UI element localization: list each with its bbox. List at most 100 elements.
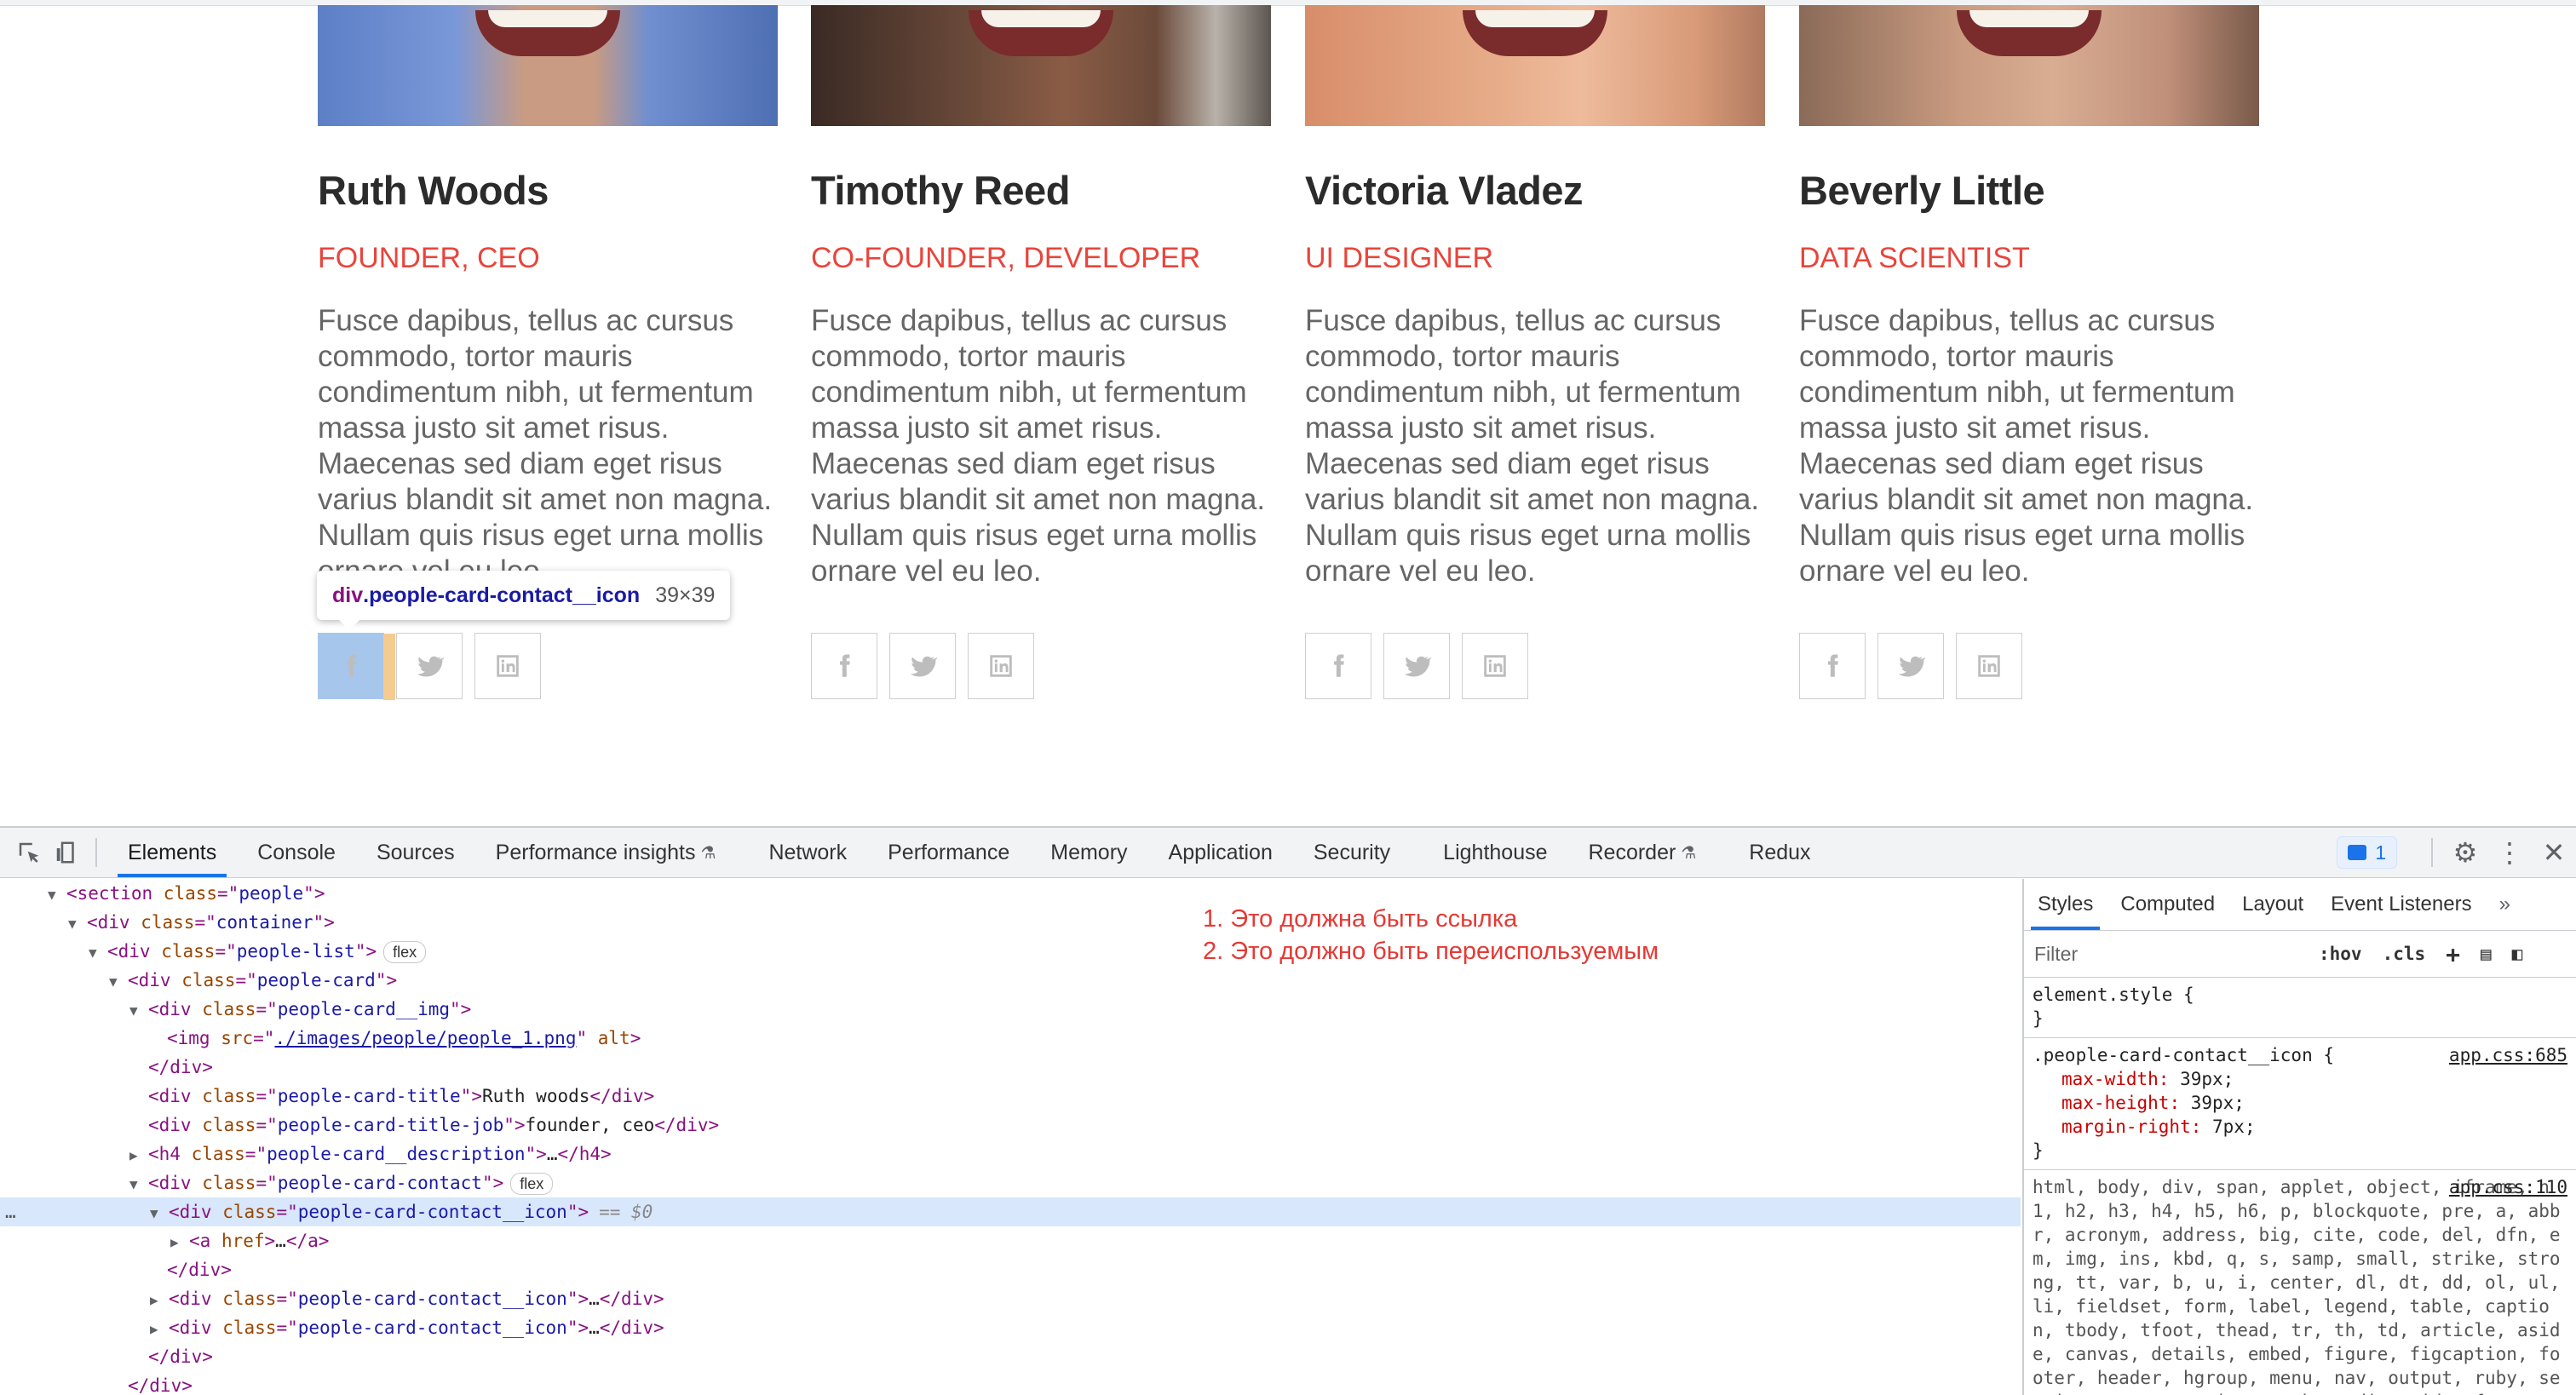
flex-badge[interactable]: flex bbox=[510, 1173, 554, 1195]
linkedin-link[interactable] bbox=[1956, 633, 2022, 699]
twitter-link[interactable] bbox=[889, 633, 956, 699]
hov-toggle[interactable]: :hov bbox=[2319, 944, 2362, 964]
facebook-link[interactable] bbox=[811, 633, 877, 699]
new-rule-icon[interactable]: + bbox=[2446, 940, 2460, 968]
close-icon[interactable]: ✕ bbox=[2532, 830, 2576, 875]
styles-filter-input[interactable]: Filter bbox=[2024, 943, 2298, 966]
expand-triangle-icon[interactable]: ▼ bbox=[68, 910, 87, 939]
css-property[interactable]: margin-right: 7px; bbox=[2033, 1115, 2569, 1139]
people-card-photo bbox=[1799, 5, 2259, 126]
dom-node[interactable]: ▼ <div class="people-card"> bbox=[0, 966, 2021, 995]
tab-layout[interactable]: Layout bbox=[2228, 879, 2317, 930]
tab-console[interactable]: Console bbox=[237, 828, 356, 877]
cls-toggle[interactable]: .cls bbox=[2383, 944, 2426, 964]
twitter-link[interactable] bbox=[396, 633, 463, 699]
css-source-link[interactable]: app.css:685 bbox=[2449, 1043, 2567, 1067]
people-section: Ruth Woods FOUNDER, CEO Fusce dapibus, t… bbox=[0, 0, 2576, 826]
flex-badge[interactable]: flex bbox=[383, 941, 427, 963]
dom-node[interactable]: ▼ <div class="people-card-contact"> flex bbox=[0, 1168, 2021, 1197]
dom-node[interactable]: ▶ <h4 class="people-card__description">…<… bbox=[0, 1140, 2021, 1168]
dom-node[interactable]: ▼ <section class="people"> bbox=[0, 879, 2021, 908]
twitter-link[interactable] bbox=[1877, 633, 1944, 699]
people-card-title: Timothy Reed bbox=[811, 168, 1070, 213]
css-property[interactable]: max-width: 39px; bbox=[2033, 1067, 2569, 1091]
linkedin-icon bbox=[1484, 655, 1506, 677]
issues-badge[interactable]: 1 bbox=[2337, 836, 2397, 869]
more-tabs-icon[interactable]: » bbox=[2486, 879, 2524, 930]
people-card-description: Fusce dapibus, tellus ac cursus commodo,… bbox=[1305, 304, 1760, 588]
collapse-triangle-icon[interactable]: ▶ bbox=[129, 1141, 148, 1170]
more-dots-icon[interactable]: … bbox=[5, 1197, 16, 1226]
dom-node[interactable]: ▼ <div class="people-list"> flex bbox=[0, 937, 2021, 966]
message-icon bbox=[2348, 845, 2367, 860]
dom-node[interactable]: ▶ <div class="people-card-contact__icon">… bbox=[0, 1313, 2021, 1342]
linkedin-link[interactable] bbox=[1462, 633, 1528, 699]
dom-node[interactable]: </div> bbox=[0, 1053, 2021, 1082]
facebook-link[interactable] bbox=[318, 633, 395, 700]
toggle-sidebar-icon[interactable]: ◧ bbox=[2512, 944, 2523, 964]
tab-performance[interactable]: Performance bbox=[867, 828, 1030, 877]
annotation-line: 1. Это должна быть ссылка bbox=[1203, 905, 1518, 933]
people-card-title: Ruth Woods bbox=[318, 168, 549, 213]
dom-node[interactable]: <div class="people-card-title-job">found… bbox=[0, 1111, 2021, 1140]
styles-pane: Styles Computed Layout Event Listeners »… bbox=[2022, 879, 2576, 1395]
dom-node[interactable]: <img src="./images/people/people_1.png" … bbox=[0, 1024, 2021, 1053]
image-src-link[interactable]: ./images/people/people_1.png bbox=[274, 1028, 576, 1048]
tab-recorder[interactable]: Recorder ⚗ bbox=[1568, 828, 1717, 877]
collapse-triangle-icon[interactable]: ▶ bbox=[170, 1228, 189, 1257]
tab-performance-insights[interactable]: Performance insights ⚗ bbox=[475, 828, 737, 877]
inspect-element-icon[interactable] bbox=[10, 834, 48, 871]
facebook-link[interactable] bbox=[1799, 633, 1866, 699]
tab-lighthouse[interactable]: Lighthouse bbox=[1423, 828, 1567, 877]
tab-computed[interactable]: Computed bbox=[2107, 879, 2228, 930]
dom-node[interactable]: ▼ <div class="people-card__img"> bbox=[0, 995, 2021, 1024]
expand-triangle-icon[interactable]: ▼ bbox=[150, 1199, 169, 1228]
dom-node[interactable]: ▶ <a href>…</a> bbox=[0, 1226, 2021, 1255]
expand-triangle-icon[interactable]: ▼ bbox=[129, 996, 148, 1025]
elements-dom-tree: ▼ <section class="people"> ▼ <div class="c… bbox=[0, 879, 2021, 1395]
device-toolbar-icon[interactable] bbox=[48, 834, 85, 871]
dom-node[interactable]: </div> bbox=[0, 1255, 2021, 1284]
people-card-description: Fusce dapibus, tellus ac cursus commodo,… bbox=[811, 304, 1266, 588]
dom-node[interactable]: <div class="people-card-title">Ruth wood… bbox=[0, 1082, 2021, 1111]
linkedin-link[interactable] bbox=[968, 633, 1034, 699]
linkedin-link[interactable] bbox=[474, 633, 541, 699]
facebook-icon bbox=[1828, 654, 1838, 677]
tab-application[interactable]: Application bbox=[1148, 828, 1293, 877]
css-source-link[interactable]: app.css:110 bbox=[2449, 1175, 2567, 1199]
expand-triangle-icon[interactable]: ▼ bbox=[109, 967, 128, 996]
collapse-triangle-icon[interactable]: ▶ bbox=[150, 1286, 169, 1315]
dom-node[interactable]: </div> bbox=[0, 1371, 2021, 1395]
people-card-title-job: FOUNDER, CEO bbox=[318, 242, 540, 274]
tooltip-tag: div bbox=[332, 583, 364, 607]
expand-triangle-icon[interactable]: ▼ bbox=[89, 939, 107, 967]
more-options-icon[interactable]: ⋮ bbox=[2487, 830, 2532, 875]
collapse-triangle-icon[interactable]: ▶ bbox=[150, 1315, 169, 1344]
people-card-title-job: UI DESIGNER bbox=[1305, 242, 1494, 274]
dom-node-selected[interactable]: … ▼ <div class="people-card-contact__icon"… bbox=[0, 1197, 2021, 1226]
facebook-icon bbox=[1334, 654, 1344, 677]
dom-node[interactable]: </div> bbox=[0, 1342, 2021, 1371]
tab-sources[interactable]: Sources bbox=[356, 828, 475, 877]
tab-event-listeners[interactable]: Event Listeners bbox=[2317, 879, 2485, 930]
people-card-contact bbox=[318, 633, 553, 700]
tab-redux[interactable]: Redux bbox=[1728, 828, 1831, 877]
dom-node[interactable]: ▼ <div class="container"> bbox=[0, 908, 2021, 937]
toolbar-divider bbox=[95, 838, 97, 867]
people-card-contact bbox=[811, 633, 1046, 699]
facebook-link[interactable] bbox=[1305, 633, 1371, 699]
tab-styles[interactable]: Styles bbox=[2024, 879, 2107, 930]
expand-triangle-icon[interactable]: ▼ bbox=[129, 1170, 148, 1199]
tab-elements[interactable]: Elements bbox=[107, 828, 237, 877]
tab-security[interactable]: Security bbox=[1293, 828, 1411, 877]
paint-brush-icon[interactable]: ▤ bbox=[2481, 944, 2492, 964]
tab-network[interactable]: Network bbox=[748, 828, 867, 877]
tab-memory[interactable]: Memory bbox=[1030, 828, 1147, 877]
expand-triangle-icon[interactable]: ▼ bbox=[48, 881, 66, 910]
flask-icon: ⚗ bbox=[700, 843, 716, 863]
dom-node[interactable]: ▶ <div class="people-card-contact__icon">… bbox=[0, 1284, 2021, 1313]
twitter-link[interactable] bbox=[1383, 633, 1450, 699]
css-property[interactable]: max-height: 39px; bbox=[2033, 1091, 2569, 1115]
linkedin-icon bbox=[1978, 655, 2000, 677]
settings-gear-icon[interactable]: ⚙ bbox=[2443, 830, 2487, 875]
